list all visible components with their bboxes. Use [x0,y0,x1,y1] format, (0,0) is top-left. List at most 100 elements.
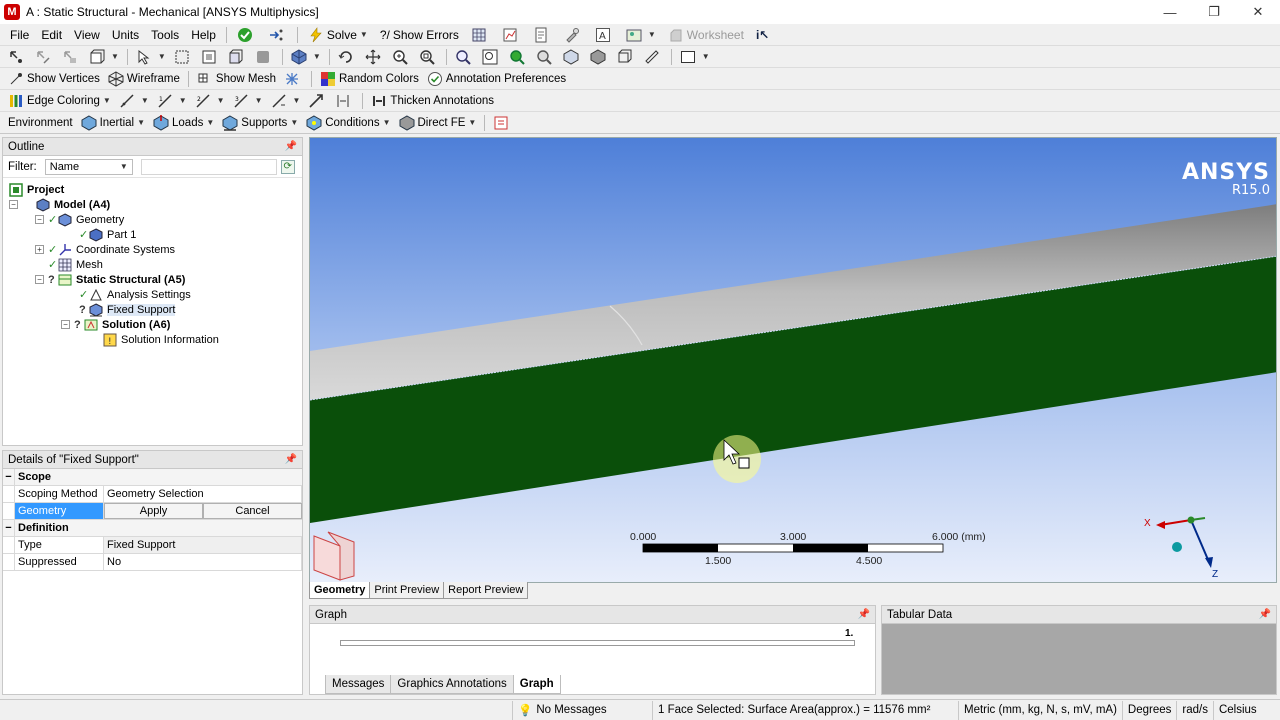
tree-item-coordinate-systems[interactable]: + ✓ Coordinate Systems [35,242,175,257]
worksheet-button[interactable]: Worksheet [662,25,750,45]
tab-messages[interactable]: Messages [325,675,392,694]
pin-icon[interactable]: 📌 [285,454,297,465]
filter-search-input[interactable] [140,158,277,175]
chevron-down-icon[interactable]: ▼ [179,96,187,105]
angle-unit-status[interactable]: Degrees [1121,700,1176,720]
edge-style-2-button[interactable]: 1 ▼ [153,91,191,111]
scoping-method-value[interactable]: Geometry Selection [104,486,302,502]
pin-icon[interactable]: 📌 [1259,609,1271,620]
unit-system-status[interactable]: Metric (mm, kg, N, s, mV, mA) [958,700,1122,720]
mesh-icon-button[interactable] [465,25,496,45]
thin-annotations-button[interactable] [331,91,358,111]
suppressed-row[interactable]: Suppressed No [3,554,302,571]
image-button[interactable]: ▼ [620,25,662,45]
pin-icon[interactable]: 📌 [285,141,297,152]
collapse-icon[interactable]: − [9,200,18,209]
select-vertex-button[interactable] [4,47,31,67]
check-mark-button[interactable] [231,25,262,45]
minimize-button[interactable]: — [1148,0,1192,24]
commands-button[interactable] [489,113,516,133]
probe-button[interactable] [558,25,589,45]
edge-style-5-button[interactable]: ▼ [267,91,305,111]
tree-item-solution-information[interactable]: ! Solution Information [103,332,219,347]
close-button[interactable]: ✕ [1236,0,1280,24]
chevron-down-icon[interactable]: ▼ [103,96,111,105]
menu-view[interactable]: View [68,25,106,45]
chevron-down-icon[interactable]: ▼ [293,96,301,105]
tree-item-model[interactable]: − Model (A4) [9,197,110,212]
messages-status[interactable]: 💡 No Messages [512,700,652,720]
select-body-button[interactable]: ▼ [85,47,123,67]
tree-sync-button[interactable] [262,25,293,45]
menu-help[interactable]: Help [185,25,222,45]
wireframe-button[interactable]: Wireframe [104,69,184,89]
collapse-icon[interactable]: − [61,320,70,329]
menu-units[interactable]: Units [106,25,145,45]
chevron-down-icon[interactable]: ▼ [137,118,145,127]
suppressed-value[interactable]: No [104,554,302,570]
tab-geometry[interactable]: Geometry [309,582,371,599]
geometry-row[interactable]: Geometry Apply Cancel [3,503,302,520]
tree-item-fixed-support[interactable]: ? Fixed Support [79,302,176,317]
tree-item-project[interactable]: Project [9,182,64,197]
restore-button[interactable]: ❐ [1192,0,1236,24]
chevron-down-icon[interactable]: ▼ [468,118,476,127]
annotation-button[interactable]: A [589,25,620,45]
select-face-button[interactable] [58,47,85,67]
menu-file[interactable]: File [4,25,35,45]
viewport-layout-button[interactable]: ▼ [676,47,714,67]
pin-icon[interactable]: 📌 [858,609,870,620]
tree-item-part[interactable]: ✓ Part 1 [79,227,136,242]
box-select-button[interactable] [170,47,197,67]
select-edge-button[interactable] [31,47,58,67]
collapse-icon[interactable]: − [35,275,44,284]
chart-button[interactable] [496,25,527,45]
temperature-unit-status[interactable]: Celsius [1212,700,1262,720]
graph-timeline[interactable] [340,640,855,646]
refresh-icon[interactable]: ⟳ [280,159,295,174]
definition-section[interactable]: − Definition [3,520,302,537]
filter-type-select[interactable]: Name ▼ [44,158,133,175]
extend-select-button[interactable] [197,47,224,67]
tab-report-preview[interactable]: Report Preview [443,582,529,599]
select-mode-button[interactable] [224,47,251,67]
chevron-down-icon[interactable]: ▼ [158,52,166,61]
chevron-down-icon[interactable]: ▼ [206,118,214,127]
tab-graph[interactable]: Graph [512,675,561,694]
collapse-icon[interactable]: − [3,520,15,536]
edge-style-4-button[interactable]: 3 ▼ [229,91,267,111]
random-colors-button[interactable]: Random Colors [316,69,423,89]
chevron-down-icon[interactable]: ▼ [141,96,149,105]
chevron-down-icon[interactable]: ▼ [313,52,321,61]
iso-view-button[interactable] [559,47,586,67]
chevron-down-icon[interactable]: ▼ [648,30,656,39]
explode-button[interactable] [280,69,307,89]
help-info-button[interactable]: i↖ [750,25,775,45]
tree-item-analysis-settings[interactable]: ✓ Analysis Settings [79,287,191,302]
graphics-viewport[interactable]: X Z ANSYS R15.0 0.000 3.000 6.000 (mm) 1… [309,137,1277,583]
axis-triad[interactable] [1156,516,1213,569]
thicken-annotations-button[interactable]: Thicken Annotations [367,91,498,111]
tree-item-static-structural[interactable]: − ? Static Structural (A5) [35,272,185,287]
chevron-down-icon[interactable]: ▼ [360,30,368,39]
collapse-icon[interactable]: − [3,469,15,485]
tab-print-preview[interactable]: Print Preview [369,582,445,599]
tree-item-solution[interactable]: − ? Solution (A6) [61,317,170,332]
zoom-button[interactable] [388,47,415,67]
tree-item-geometry[interactable]: − ✓ Geometry [35,212,124,227]
tree-item-mesh[interactable]: ✓ Mesh [48,257,103,272]
scoping-method-row[interactable]: Scoping Method Geometry Selection [3,486,302,503]
model-canvas[interactable]: X Z [310,138,1277,583]
chevron-down-icon[interactable]: ▼ [111,52,119,61]
supports-button[interactable]: Supports ▼ [218,113,302,133]
tab-graphics-annotations[interactable]: Graphics Annotations [390,675,514,694]
set-view-button[interactable] [586,47,613,67]
conditions-button[interactable]: Conditions ▼ [302,113,394,133]
solve-button[interactable]: Solve ▼ [302,25,374,45]
next-view-button[interactable] [532,47,559,67]
edge-style-1-button[interactable]: ▼ [115,91,153,111]
menu-tools[interactable]: Tools [145,25,185,45]
annotation-preferences-button[interactable]: Annotation Preferences [423,69,570,89]
chevron-down-icon[interactable]: ▼ [217,96,225,105]
inertial-button[interactable]: Inertial ▼ [77,113,149,133]
